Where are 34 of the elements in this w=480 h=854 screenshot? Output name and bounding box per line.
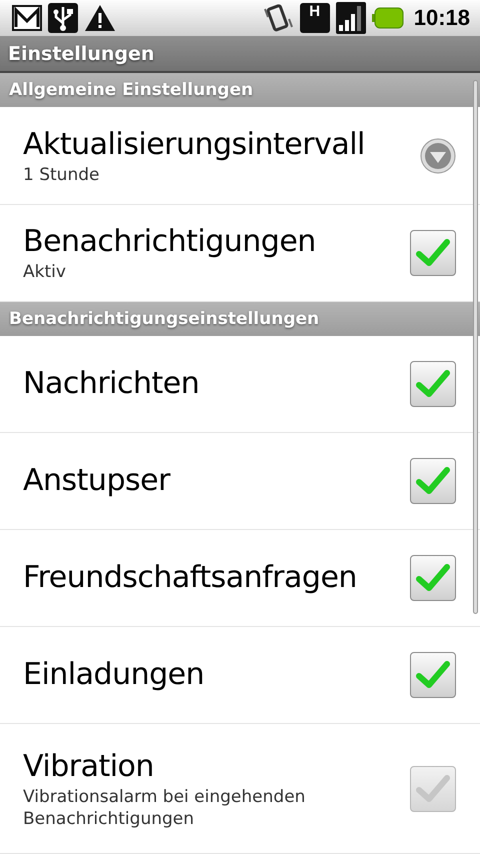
- checkmark-icon: [416, 563, 450, 593]
- settings-row[interactable]: Einladungen: [0, 627, 480, 724]
- signal-icon: [336, 2, 366, 34]
- setting-title: Vibration: [23, 748, 155, 786]
- checkbox[interactable]: [410, 652, 456, 698]
- setting-title: Freundschaftsanfragen: [23, 559, 358, 597]
- section-title: Benachrichtigungseinstellungen: [9, 309, 320, 330]
- checkbox[interactable]: [410, 555, 456, 601]
- setting-title: Nachrichten: [23, 365, 200, 403]
- setting-title: Benachrichtigungen: [23, 223, 317, 262]
- section-title: Allgemeine Einstellungen: [9, 80, 254, 100]
- vibrate-icon: [262, 2, 294, 33]
- setting-title: Einladungen: [23, 656, 206, 694]
- clock: 10:18: [414, 4, 470, 31]
- warning-icon: [84, 4, 116, 32]
- network-type-icon: H: [300, 2, 330, 33]
- checkmark-icon: [416, 466, 450, 496]
- checkbox[interactable]: [410, 458, 456, 504]
- mail-icon: [12, 4, 42, 31]
- checkmark-icon: [416, 238, 450, 268]
- setting-summary: Vibrationsalarm bei eingehenden Benachrichtigungen: [23, 786, 306, 830]
- dropdown-icon[interactable]: [420, 138, 456, 174]
- checkbox[interactable]: [410, 230, 456, 276]
- checkmark-icon: [416, 774, 450, 804]
- usb-icon: [48, 2, 78, 33]
- checkbox[interactable]: [410, 361, 456, 407]
- battery-icon: [372, 6, 404, 29]
- setting-summary: 1 Stunde: [23, 164, 100, 186]
- checkmark-icon: [416, 660, 450, 690]
- screen-title: Einstellungen: [8, 42, 154, 65]
- setting-title: Anstupser: [23, 462, 172, 500]
- setting-summary: Aktiv: [23, 261, 67, 284]
- setting-title: Aktualisierungsintervall: [23, 126, 366, 164]
- checkmark-icon: [416, 369, 450, 399]
